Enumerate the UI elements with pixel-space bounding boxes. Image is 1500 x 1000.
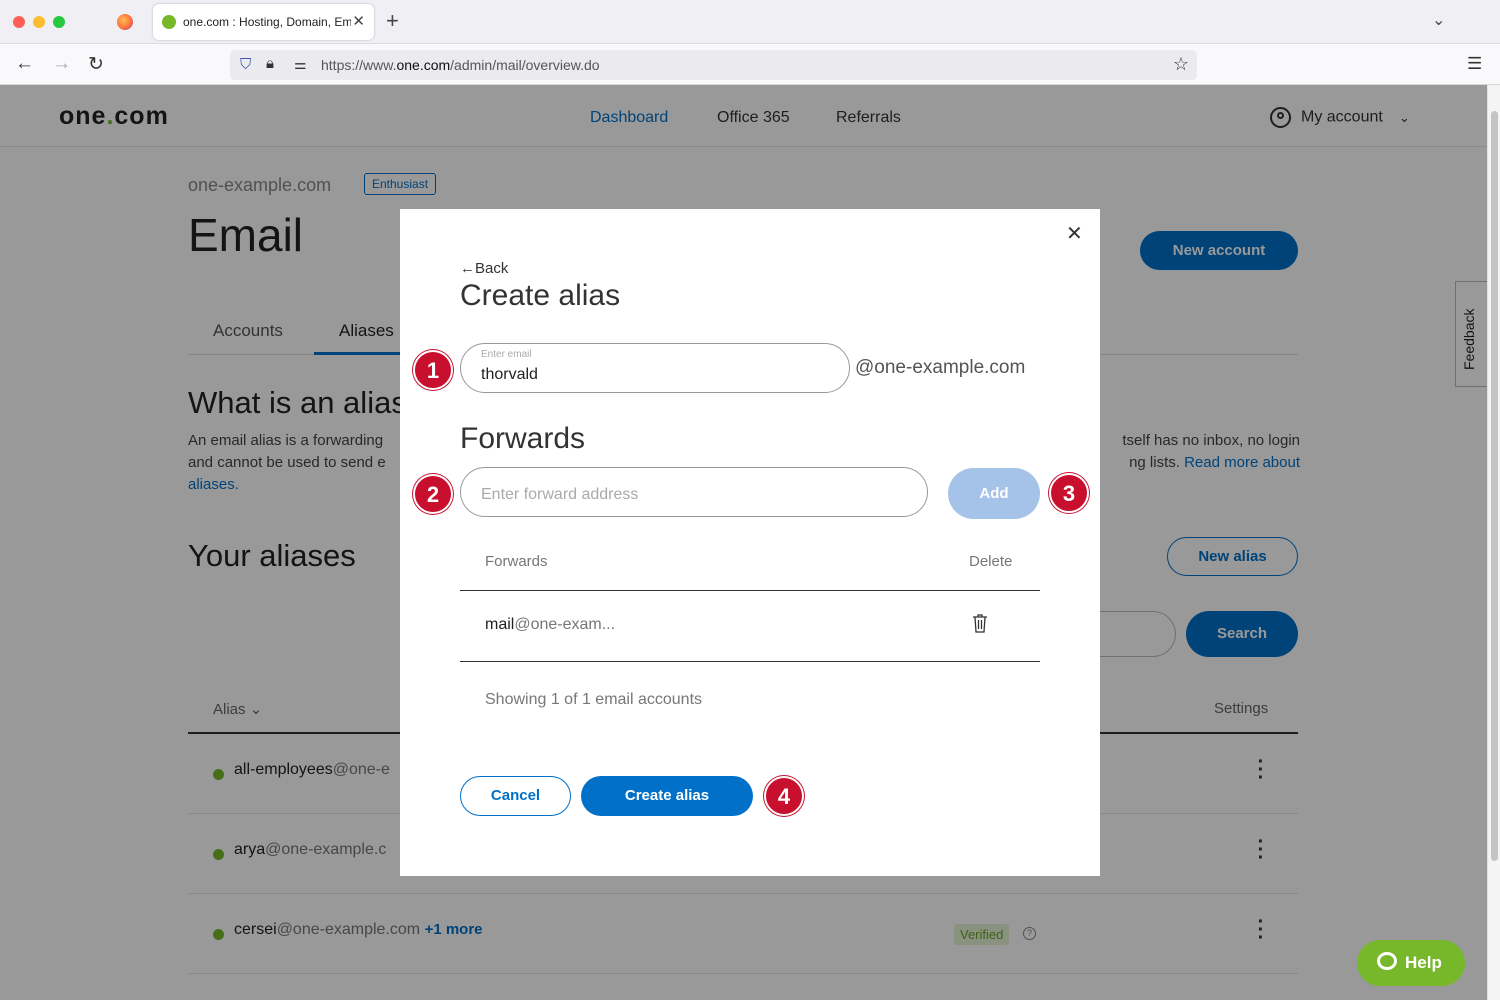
chevron-down-icon[interactable]: ⌄ bbox=[1432, 10, 1445, 30]
window-zoom-button[interactable] bbox=[53, 16, 65, 28]
email-field-label: Enter email bbox=[481, 349, 532, 360]
close-icon[interactable]: ✕ bbox=[1066, 224, 1083, 244]
browser-tab-bar: one.com : Hosting, Domain, Email ✕ + ⌄ bbox=[0, 0, 1500, 44]
forward-address: mail@one-exam... bbox=[485, 616, 616, 633]
forwards-title: Forwards bbox=[460, 422, 586, 455]
lock-icon[interactable]: 🔒︎ bbox=[266, 55, 274, 72]
email-field-value: thorvald bbox=[481, 366, 538, 383]
forward-placeholder: Enter forward address bbox=[481, 486, 639, 503]
help-chat-icon bbox=[1377, 952, 1397, 970]
new-tab-button[interactable]: + bbox=[386, 8, 399, 34]
forward-icon[interactable]: → bbox=[52, 53, 71, 75]
dialog-title: Create alias bbox=[460, 279, 621, 312]
hamburger-menu-icon[interactable]: ☰ bbox=[1467, 54, 1482, 74]
delete-column-header: Delete bbox=[969, 553, 1013, 570]
window-close-button[interactable] bbox=[13, 16, 25, 28]
arrow-left-icon: ← bbox=[460, 260, 475, 277]
trash-icon[interactable] bbox=[972, 613, 988, 633]
alias-email-input[interactable]: Enter email thorvald bbox=[460, 343, 850, 393]
shield-icon[interactable]: ⛉ bbox=[240, 56, 251, 73]
forward-row: mail@one-exam... bbox=[460, 591, 1040, 662]
forward-address-input[interactable]: Enter forward address bbox=[460, 467, 928, 517]
bookmark-star-icon[interactable]: ☆ bbox=[1173, 54, 1189, 75]
help-label: Help bbox=[1405, 953, 1442, 972]
step-marker-3: 3 bbox=[1049, 473, 1089, 513]
forwards-table-header: Forwards Delete bbox=[460, 536, 1040, 591]
page-content: one.com Dashboard Office 365 Referrals M… bbox=[0, 85, 1487, 1000]
browser-nav-bar: ← → ↻ ⛉ 🔒︎ ⚌ https://www.one.com/admin/m… bbox=[0, 44, 1500, 85]
back-link[interactable]: ←Back bbox=[460, 260, 508, 277]
help-button[interactable]: Help bbox=[1357, 940, 1465, 986]
permissions-icon[interactable]: ⚌ bbox=[294, 56, 307, 73]
page-scrollbar[interactable] bbox=[1487, 85, 1500, 1000]
back-icon[interactable]: ← bbox=[15, 53, 34, 75]
reload-icon[interactable]: ↻ bbox=[88, 53, 104, 76]
forwards-column-header: Forwards bbox=[485, 553, 548, 570]
showing-count: Showing 1 of 1 email accounts bbox=[485, 691, 703, 708]
create-alias-dialog: ✕ ←Back Create alias Enter email thorval… bbox=[400, 209, 1100, 876]
step-marker-2: 2 bbox=[413, 474, 453, 514]
create-alias-button[interactable]: Create alias bbox=[581, 776, 753, 816]
tab-title: one.com : Hosting, Domain, Email bbox=[183, 15, 351, 29]
add-forward-button[interactable]: Add bbox=[948, 468, 1040, 519]
tab-close-icon[interactable]: ✕ bbox=[352, 12, 365, 30]
email-domain-suffix: @one-example.com bbox=[855, 357, 1026, 378]
favicon-icon bbox=[162, 15, 176, 29]
step-marker-1: 1 bbox=[413, 350, 453, 390]
browser-tab[interactable]: one.com : Hosting, Domain, Email ✕ bbox=[153, 4, 374, 40]
address-bar[interactable]: ⛉ 🔒︎ ⚌ https://www.one.com/admin/mail/ov… bbox=[230, 50, 1197, 80]
step-marker-4: 4 bbox=[764, 776, 804, 816]
cancel-button[interactable]: Cancel bbox=[460, 776, 571, 816]
url-text[interactable]: https://www.one.com/admin/mail/overview.… bbox=[321, 57, 600, 73]
firefox-icon[interactable] bbox=[117, 14, 133, 30]
scrollbar-thumb[interactable] bbox=[1491, 111, 1498, 861]
window-minimize-button[interactable] bbox=[33, 16, 45, 28]
